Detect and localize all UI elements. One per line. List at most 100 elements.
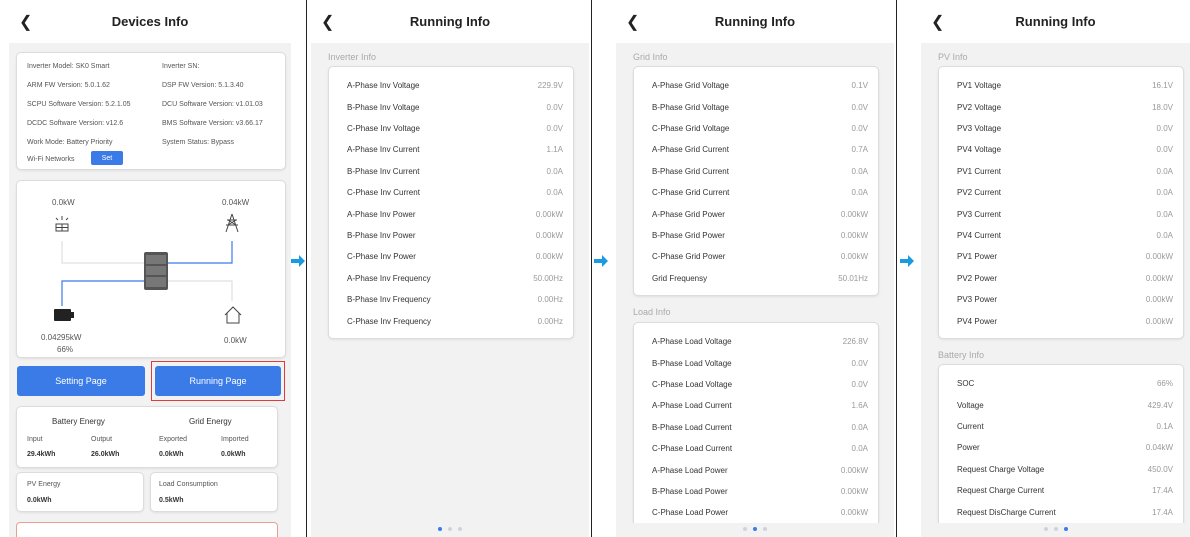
load-info-card: A-Phase Load Voltage 226.8V B-Phase Load V… <box>633 322 879 527</box>
back-icon[interactable]: ❮ <box>931 12 944 32</box>
info-row-label: B-Phase Grid Power <box>652 230 725 240</box>
battery-icon <box>53 308 75 327</box>
info-row-label: C-Phase Grid Voltage <box>652 123 730 133</box>
info-row-value: 17.4A <box>1152 486 1173 496</box>
info-row-value: 50.00Hz <box>533 273 563 283</box>
inverter-model: Inverter Model: SK0 Smart <box>27 63 110 70</box>
wifi-label: Wi-Fi Networks <box>27 156 75 163</box>
info-row: Request Charge Current 17.4A <box>939 480 1183 501</box>
info-row-label: Request Charge Voltage <box>957 464 1045 474</box>
grid-power-value: 0.04kW <box>222 198 250 207</box>
page-dot-1[interactable] <box>438 527 442 531</box>
info-row-value: 0.1A <box>1156 421 1173 431</box>
info-row: Request Charge Voltage 450.0V <box>939 459 1183 480</box>
info-row: Current 0.1A <box>939 416 1183 437</box>
load-power-value: 0.0kW <box>224 336 247 345</box>
page-dot-2[interactable] <box>1053 527 1058 531</box>
info-row-value: 429.4V <box>1147 400 1173 410</box>
info-row-label: A-Phase Load Power <box>652 465 728 475</box>
info-row-label: B-Phase Inv Current <box>347 166 420 176</box>
battery-info-card: SOC 66% Voltage 429.4V Current 0.1A Power 0.04k… <box>938 364 1184 527</box>
info-row-label: C-Phase Grid Current <box>652 188 730 198</box>
info-row-value: 0.04kW <box>1145 443 1173 453</box>
info-row: A-Phase Inv Voltage 229.9V <box>329 75 573 96</box>
info-row-label: B-Phase Load Voltage <box>652 358 732 368</box>
grid-exported-label: Exported <box>159 436 188 443</box>
back-icon[interactable]: ❮ <box>19 12 32 32</box>
info-row-value: 1.6A <box>851 401 868 411</box>
info-row: PV1 Power 0.00kW <box>939 246 1183 267</box>
home-icon <box>223 306 243 329</box>
page-dot-2[interactable] <box>753 527 757 531</box>
info-row: PV4 Power 0.00kW <box>939 310 1183 331</box>
page-dot-1[interactable] <box>1043 527 1048 531</box>
grid-tower-icon <box>223 213 241 238</box>
info-row-label: C-Phase Grid Power <box>652 252 726 262</box>
page-dot-3[interactable] <box>1063 527 1068 531</box>
energy-summary-card: Battery Energy Input Output 29.4kWh 26.0… <box>16 406 278 468</box>
arrow-right-icon <box>291 255 305 267</box>
page-title: Running Info <box>409 14 491 29</box>
info-row: A-Phase Grid Current 0.7A <box>634 139 878 160</box>
info-row: PV3 Power 0.00kW <box>939 289 1183 310</box>
bms-sw-version: BMS Software Version: v3.66.17 <box>162 120 263 127</box>
page-title: Devices Info <box>111 14 189 29</box>
wifi-set-button[interactable]: Set <box>91 151 123 165</box>
grid-info-card: A-Phase Grid Voltage 0.1V B-Phase Grid Vol… <box>633 66 879 296</box>
info-row: B-Phase Load Current 0.0A <box>634 417 878 438</box>
info-row-value: 0.00kW <box>840 209 868 219</box>
info-row: C-Phase Grid Power 0.00kW <box>634 246 878 267</box>
info-row-value: 0.7A <box>851 145 868 155</box>
info-row-value: 0.0A <box>546 188 563 198</box>
info-row-label: B-Phase Load Current <box>652 422 732 432</box>
battery-energy-title: Battery Energy <box>52 417 105 426</box>
system-status: System Status: Bypass <box>162 139 234 146</box>
back-icon[interactable]: ❮ <box>626 12 639 32</box>
setting-page-button[interactable]: Setting Page <box>17 366 145 396</box>
info-row-label: C-Phase Inv Frequency <box>347 316 432 326</box>
back-icon[interactable]: ❮ <box>321 12 334 32</box>
info-row: B-Phase Inv Power 0.00kW <box>329 225 573 246</box>
info-row-value: 0.00Hz <box>537 295 563 305</box>
info-row-label: Request DisCharge Current <box>957 507 1056 517</box>
info-row: SOC 66% <box>939 373 1183 394</box>
info-row-label: PV1 Power <box>957 252 998 262</box>
page-title: Running Info <box>1015 14 1096 29</box>
devices-info-panel: ❮ Devices Info Inverter Model: SK0 Smart… <box>9 0 291 537</box>
info-row: PV4 Voltage 0.0V <box>939 139 1183 160</box>
info-row-label: PV4 Current <box>957 230 1002 240</box>
battery-input-label: Input <box>27 436 43 443</box>
info-row-value: 0.0V <box>546 123 563 133</box>
info-row: PV2 Power 0.00kW <box>939 268 1183 289</box>
energy-flow-card: 0.0kW 0.04kW 0.04295kW 66% 0.0kW <box>16 180 286 358</box>
header: ❮ Running Info <box>311 0 589 43</box>
info-row: Grid Frequensy 50.01Hz <box>634 268 878 289</box>
page-dot-3[interactable] <box>763 527 767 531</box>
info-row-value: 0.0V <box>546 102 563 112</box>
info-row: B-Phase Grid Power 0.00kW <box>634 225 878 246</box>
info-row: PV4 Current 0.0A <box>939 225 1183 246</box>
page-dot-3[interactable] <box>458 527 462 531</box>
info-row: Power 0.04kW <box>939 437 1183 458</box>
info-row-value: 17.4A <box>1152 507 1173 517</box>
page-dot-1[interactable] <box>743 527 747 531</box>
info-row-value: 66% <box>1156 379 1173 389</box>
solar-panel-icon <box>53 215 71 238</box>
dcdc-sw-version: DCDC Software Version: v12.6 <box>27 120 124 127</box>
running-info-inverter-panel: ❮ Running Info Inverter Info A-Phase Inv… <box>311 0 589 537</box>
info-row-label: PV3 Power <box>957 295 998 305</box>
info-row-label: A-Phase Load Voltage <box>652 337 732 347</box>
pv-power-value: 0.0kW <box>52 198 75 207</box>
info-row-value: 0.00kW <box>1145 295 1173 305</box>
work-mode: Work Mode: Battery Priority <box>27 139 113 146</box>
info-row-label: C-Phase Load Current <box>652 444 733 454</box>
info-row-label: PV3 Voltage <box>957 123 1002 133</box>
info-row-value: 1.1A <box>546 145 563 155</box>
running-page-button[interactable]: Running Page <box>155 366 281 396</box>
page-indicator <box>921 523 1190 531</box>
info-row-value: 50.01Hz <box>838 273 868 283</box>
page-dot-2[interactable] <box>448 527 452 531</box>
battery-soc-value: 66% <box>57 345 74 354</box>
info-row-label: PV2 Voltage <box>957 102 1002 112</box>
info-row-value: 0.00kW <box>840 508 868 518</box>
